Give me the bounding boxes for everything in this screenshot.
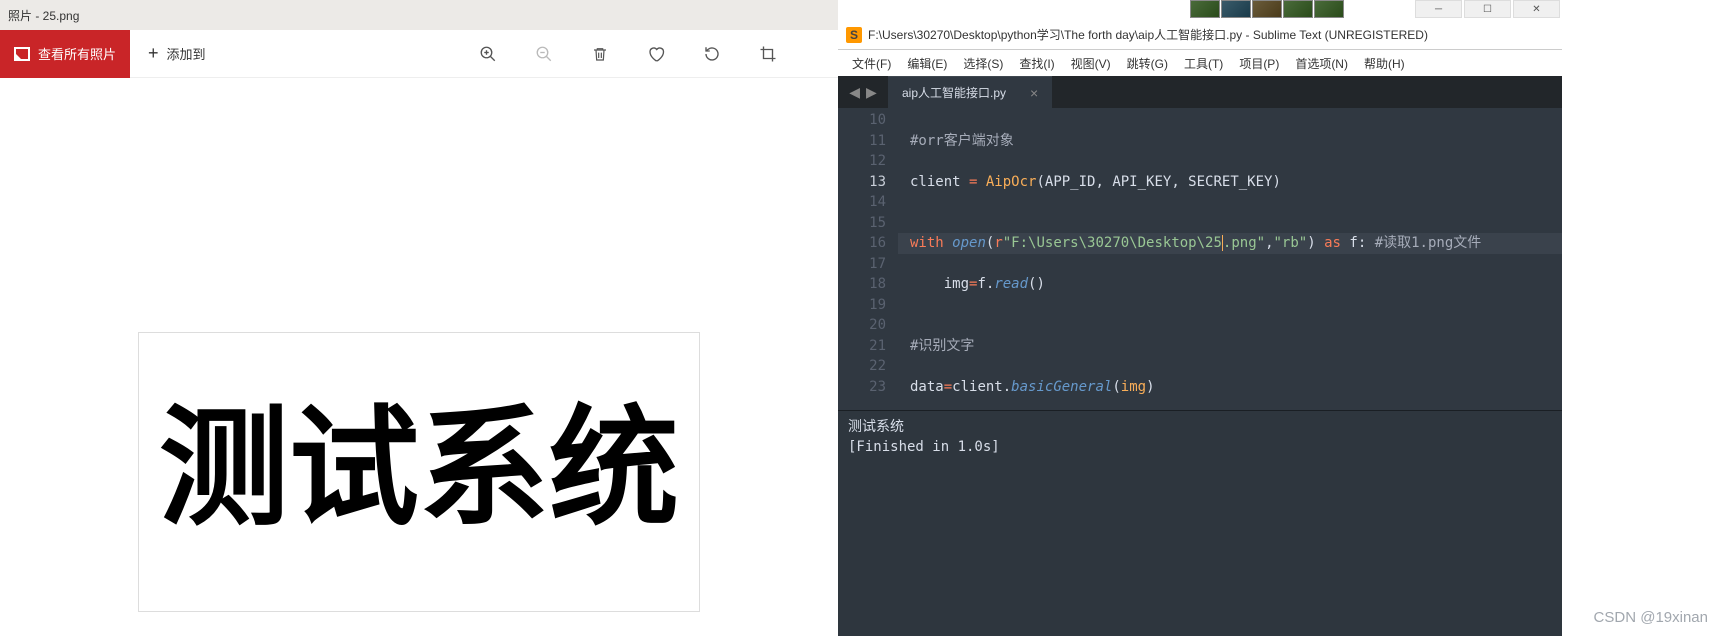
console-output-line: 测试系统 [848, 417, 1552, 437]
sublime-titlebar[interactable]: S F:\Users\30270\Desktop\python学习\The fo… [838, 20, 1562, 50]
sublime-title-text: F:\Users\30270\Desktop\python学习\The fort… [868, 26, 1428, 43]
menu-tools[interactable]: 工具(T) [1178, 53, 1229, 74]
photos-titlebar[interactable]: 照片 - 25.png [0, 0, 838, 30]
thumbnail[interactable] [1221, 0, 1251, 18]
menu-project[interactable]: 项目(P) [1233, 53, 1285, 74]
zoom-in-icon[interactable] [478, 44, 498, 64]
view-all-label: 查看所有照片 [38, 44, 116, 63]
rotate-icon[interactable] [702, 44, 722, 64]
thumbnail[interactable] [1252, 0, 1282, 18]
crop-icon[interactable] [758, 44, 778, 64]
add-to-label: 添加到 [167, 44, 206, 63]
tab-close-icon[interactable]: × [1030, 85, 1038, 101]
minimize-button[interactable]: ─ [1415, 0, 1462, 18]
sublime-logo-icon: S [846, 27, 862, 43]
tab-label: aip人工智能接口.py [902, 84, 1006, 101]
menu-find[interactable]: 查找(I) [1013, 53, 1060, 74]
photos-window: 照片 - 25.png 查看所有照片 + 添加到 测试系统 [0, 0, 838, 636]
photo-tools [478, 44, 838, 64]
taskbar-thumbnails [1190, 0, 1344, 20]
photos-toolbar: 查看所有照片 + 添加到 [0, 30, 838, 78]
photo-icon [14, 47, 30, 61]
console-status-line: [Finished in 1.0s] [848, 437, 1552, 457]
menu-selection[interactable]: 选择(S) [957, 53, 1009, 74]
tab-next-icon[interactable]: ▶ [866, 84, 877, 101]
heart-icon[interactable] [646, 44, 666, 64]
window-frame-top: ─ ☐ ✕ [838, 0, 1562, 20]
window-controls: ─ ☐ ✕ [1415, 0, 1560, 20]
menubar: 文件(F) 编辑(E) 选择(S) 查找(I) 视图(V) 跳转(G) 工具(T… [838, 50, 1562, 76]
build-console[interactable]: 测试系统[Finished in 1.0s] [838, 410, 1562, 636]
view-all-photos-button[interactable]: 查看所有照片 [0, 30, 130, 78]
menu-help[interactable]: 帮助(H) [1358, 53, 1411, 74]
line-gutter: 1011121314151617181920212223 [838, 108, 898, 410]
delete-icon[interactable] [590, 44, 610, 64]
editor-area[interactable]: 1011121314151617181920212223 #orr客户端对象 c… [838, 108, 1562, 410]
image-text-content: 测试系统 [159, 363, 679, 551]
watermark: CSDN @19xinan [1594, 609, 1708, 626]
photo-viewport[interactable]: 测试系统 [0, 78, 838, 636]
menu-file[interactable]: 文件(F) [846, 53, 897, 74]
thumbnail[interactable] [1314, 0, 1344, 18]
thumbnail[interactable] [1190, 0, 1220, 18]
tab-bar: ◀ ▶ aip人工智能接口.py × [838, 76, 1562, 108]
add-to-button[interactable]: + 添加到 [130, 30, 224, 78]
tab-prev-icon[interactable]: ◀ [849, 84, 860, 101]
thumbnail[interactable] [1283, 0, 1313, 18]
menu-preferences[interactable]: 首选项(N) [1289, 53, 1354, 74]
code-area[interactable]: #orr客户端对象 client = AipOcr(APP_ID, API_KE… [898, 108, 1562, 410]
menu-goto[interactable]: 跳转(G) [1121, 53, 1174, 74]
tab-nav: ◀ ▶ [838, 76, 888, 108]
menu-edit[interactable]: 编辑(E) [901, 53, 953, 74]
close-button[interactable]: ✕ [1513, 0, 1560, 18]
plus-icon: + [148, 43, 159, 64]
image-preview: 测试系统 [138, 332, 700, 612]
tab-active[interactable]: aip人工智能接口.py × [888, 76, 1052, 108]
sublime-window: ─ ☐ ✕ S F:\Users\30270\Desktop\python学习\… [838, 0, 1562, 636]
maximize-button[interactable]: ☐ [1464, 0, 1511, 18]
zoom-out-icon[interactable] [534, 44, 554, 64]
menu-view[interactable]: 视图(V) [1065, 53, 1117, 74]
